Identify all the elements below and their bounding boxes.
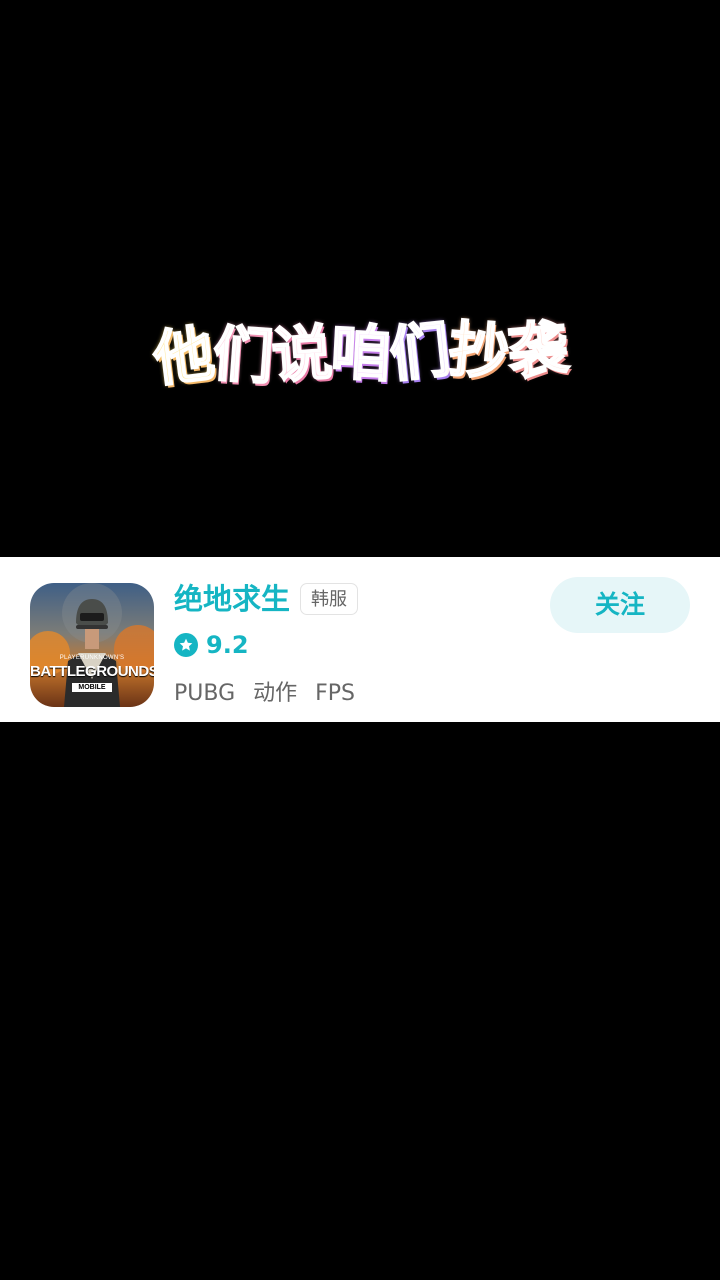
caption-char: 抄 — [445, 314, 512, 391]
icon-subtitle-text: PLAYERUNKNOWN'S — [59, 655, 125, 661]
icon-mobile-badge: MOBILE — [72, 683, 112, 692]
rating-value: 9.2 — [206, 631, 249, 659]
icon-logo-text: BATTLEGROUNDS — [30, 663, 154, 680]
caption-char: 咱 — [328, 317, 393, 392]
game-app-icon[interactable]: PLAYERUNKNOWN'S BATTLEGROUNDS MOBILE — [30, 583, 154, 707]
tag-label: FPS — [315, 681, 356, 706]
tag-label: PUBG — [174, 681, 236, 706]
game-card[interactable]: PLAYERUNKNOWN'S BATTLEGROUNDS MOBILE 绝地求… — [0, 557, 720, 722]
caption-char: 袭 — [504, 312, 571, 389]
video-caption: 他们说咱们抄袭 — [0, 306, 720, 403]
star-icon — [174, 633, 198, 657]
rating-row: 9.2 — [174, 629, 249, 661]
caption-char: 说 — [268, 317, 334, 393]
game-title[interactable]: 绝地求生 — [174, 579, 290, 619]
caption-char: 他 — [148, 318, 217, 397]
tag-label: 动作 — [253, 681, 298, 706]
title-row: 绝地求生 韩服 — [174, 579, 359, 619]
caption-char: 们 — [385, 314, 453, 392]
server-badge: 韩服 — [300, 583, 359, 615]
video-frame[interactable]: 他们说咱们抄袭 PLAYERUNKNOWN'S BATTLEGROUNDS MO… — [0, 0, 720, 1280]
follow-button[interactable]: 关注 — [550, 577, 690, 633]
caption-char: 们 — [209, 318, 275, 394]
tags-row: PUBG 动作 FPS — [174, 679, 373, 709]
